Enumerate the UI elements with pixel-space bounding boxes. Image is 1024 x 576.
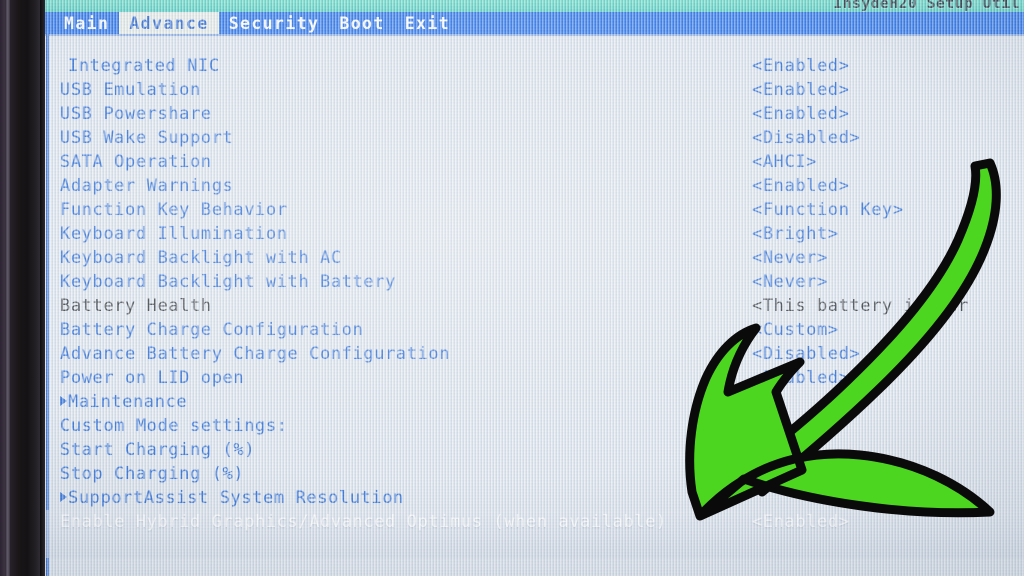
setting-row-function-key-behavior[interactable]: Function Key Behavior <Function Key> xyxy=(44,198,1024,222)
tab-advance[interactable]: Advance xyxy=(119,12,219,34)
setting-label: Stop Charging (%) xyxy=(60,464,245,484)
tab-security[interactable]: Security xyxy=(219,12,330,34)
setting-label-wrapper: SupportAssist System Resolution xyxy=(60,486,404,510)
bezel-inner-edge xyxy=(40,0,45,576)
setting-row-start-charging[interactable]: Start Charging (%) xyxy=(44,438,1024,462)
panel-divider xyxy=(44,34,1024,36)
setting-value[interactable]: <Enabled> xyxy=(752,510,850,534)
setting-value: <This battery is per xyxy=(752,296,969,316)
setting-label: Keyboard Backlight with Battery xyxy=(60,272,396,292)
setting-label: Maintenance xyxy=(68,392,188,412)
setting-row-power-on-lid-open[interactable]: Power on LID open <Enabled> xyxy=(44,366,1024,390)
submenu-arrow-icon xyxy=(60,396,67,406)
setting-label: Adapter Warnings xyxy=(60,176,234,196)
setting-label: Keyboard Illumination xyxy=(60,224,288,244)
setting-row-custom-mode-settings: Custom Mode settings: xyxy=(44,414,1024,438)
setting-row-usb-powershare[interactable]: USB Powershare <Enabled> xyxy=(44,102,1024,126)
setting-row-keyboard-illumination[interactable]: Keyboard Illumination <Bright> xyxy=(44,222,1024,246)
submenu-arrow-icon xyxy=(60,492,67,502)
setting-row-maintenance[interactable]: Maintenance xyxy=(44,390,1024,414)
setting-label: Integrated NIC xyxy=(68,56,220,76)
setting-label: SupportAssist System Resolution xyxy=(68,488,404,508)
setting-value[interactable]: <Enabled> xyxy=(752,78,850,102)
setting-label: Enable Hybrid Graphics/Advanced Optimus … xyxy=(60,512,667,532)
setting-value[interactable]: <Bright> xyxy=(752,222,839,246)
setting-row-adapter-warnings[interactable]: Adapter Warnings <Enabled> xyxy=(44,174,1024,198)
setting-row-keyboard-backlight-battery[interactable]: Keyboard Backlight with Battery <Never> xyxy=(44,270,1024,294)
setting-value[interactable]: <AHCI> xyxy=(752,150,817,174)
setting-value[interactable]: <Disabled> xyxy=(752,342,860,366)
bios-screen: InsydeH20 Setup Util Main Advance Securi… xyxy=(44,0,1024,576)
setting-value[interactable]: <Never> xyxy=(752,246,828,270)
setting-value[interactable]: <Disabled> xyxy=(752,126,860,150)
setting-value[interactable]: <Custom> xyxy=(752,318,839,342)
setting-row-supportassist-system-resolution[interactable]: SupportAssist System Resolution xyxy=(44,486,1024,510)
settings-list: Integrated NIC <Enabled> USB Emulation <… xyxy=(44,54,1024,558)
settings-panel: Integrated NIC <Enabled> USB Emulation <… xyxy=(44,34,1024,576)
setting-label: Power on LID open xyxy=(60,368,245,388)
setting-label: Battery Charge Configuration xyxy=(60,320,364,340)
setting-label: USB Emulation xyxy=(60,80,201,100)
setting-label: SATA Operation xyxy=(60,152,212,172)
utility-title: InsydeH20 Setup Util xyxy=(833,0,1020,12)
setting-label: USB Wake Support xyxy=(60,128,234,148)
bios-photo: InsydeH20 Setup Util Main Advance Securi… xyxy=(0,0,1024,576)
setting-row-sata-operation[interactable]: SATA Operation <AHCI> xyxy=(44,150,1024,174)
setting-row-keyboard-backlight-ac[interactable]: Keyboard Backlight with AC <Never> xyxy=(44,246,1024,270)
setting-label: Keyboard Backlight with AC xyxy=(60,248,342,268)
setting-row-usb-wake-support[interactable]: USB Wake Support <Disabled> xyxy=(44,126,1024,150)
tab-boot[interactable]: Boot xyxy=(329,12,394,34)
setting-row-advance-battery-charge-configuration[interactable]: Advance Battery Charge Configuration <Di… xyxy=(44,342,1024,366)
setting-label: USB Powershare xyxy=(60,104,212,124)
tab-exit[interactable]: Exit xyxy=(395,12,460,34)
setting-value[interactable]: <Enabled> xyxy=(752,174,850,198)
setting-row-battery-health: Battery Health <This battery is per xyxy=(44,294,1024,318)
setting-row-usb-emulation[interactable]: USB Emulation <Enabled> xyxy=(44,78,1024,102)
setting-value[interactable]: <Enabled> xyxy=(752,366,850,390)
bezel-highlight xyxy=(6,0,10,576)
setting-row-stop-charging[interactable]: Stop Charging (%) xyxy=(44,462,1024,486)
menu-bar: Main Advance Security Boot Exit xyxy=(44,12,1024,34)
setting-value[interactable]: <Enabled> xyxy=(752,102,850,126)
setting-value[interactable]: <Never> xyxy=(752,270,828,294)
setting-label: Advance Battery Charge Configuration xyxy=(60,344,451,364)
tab-main[interactable]: Main xyxy=(54,12,119,34)
setting-value[interactable]: <Enabled> xyxy=(752,54,850,78)
setting-row-battery-charge-configuration[interactable]: Battery Charge Configuration <Custom> xyxy=(44,318,1024,342)
setting-label: Custom Mode settings: xyxy=(60,416,288,436)
setting-label: Function Key Behavior xyxy=(60,200,288,220)
setting-row-integrated-nic[interactable]: Integrated NIC <Enabled> xyxy=(44,54,1024,78)
setting-label: Start Charging (%) xyxy=(60,440,256,460)
setting-label-wrapper: Maintenance xyxy=(60,390,187,414)
setting-value[interactable]: <Function Key> xyxy=(752,198,904,222)
setting-row-enable-hybrid-graphics[interactable]: Enable Hybrid Graphics/Advanced Optimus … xyxy=(44,510,1024,558)
setting-label: Battery Health xyxy=(60,296,212,316)
